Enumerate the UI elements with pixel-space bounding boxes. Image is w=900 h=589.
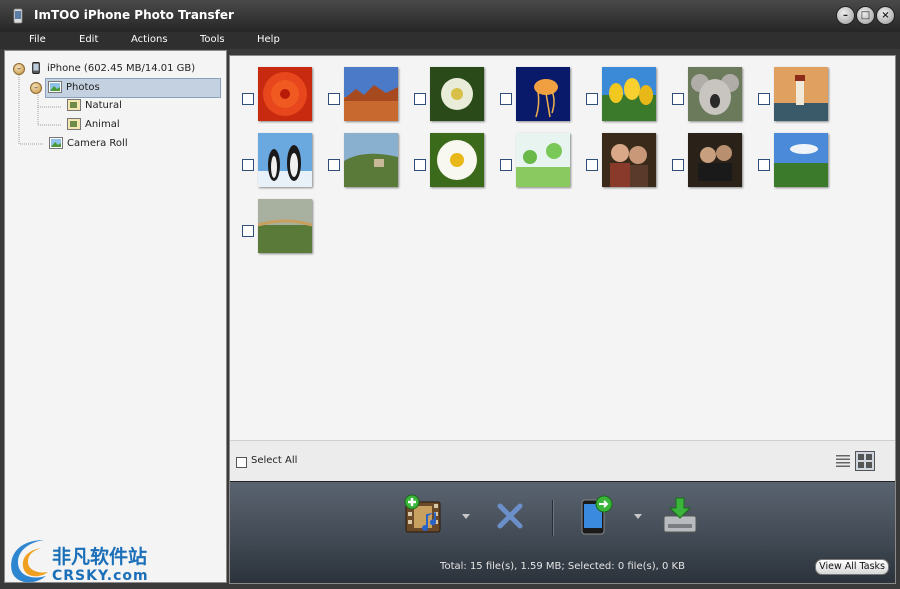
phone-transfer-icon[interactable] [574,494,618,538]
photo-item[interactable] [242,199,328,261]
couple-indoor-thumbnail[interactable] [688,133,742,187]
close-icon[interactable]: × [876,6,895,25]
photo-item[interactable] [672,133,758,195]
photo-item[interactable] [586,133,672,195]
white-flower-thumbnail[interactable] [430,67,484,121]
thumbnail-view-icon[interactable] [855,451,875,471]
blue-sky-field-thumbnail[interactable] [774,133,828,187]
photo-checkbox[interactable] [586,93,598,105]
koala-thumbnail[interactable] [688,67,742,121]
menu-tools[interactable]: Tools [200,34,225,45]
lighthouse-thumbnail[interactable] [774,67,828,121]
menu-file[interactable]: File [29,34,46,45]
photo-browser-panel: Select All Total: 15 file(s), 1.59 MB; S… [229,55,896,584]
view-all-tasks-button[interactable]: View All Tasks [815,559,889,575]
tree-item-camera-roll[interactable]: Camera Roll [47,135,187,153]
tree-label-natural: Natural [85,100,122,111]
photo-item[interactable] [672,67,758,129]
toolbar-separator [552,500,554,536]
photo-checkbox[interactable] [672,93,684,105]
photo-item[interactable] [758,67,844,129]
photo-checkbox[interactable] [586,159,598,171]
watermark: 非凡软件站 CRSKY.com [0,528,160,589]
album-icon [67,99,81,111]
menu-edit[interactable]: Edit [79,34,98,45]
desert-canyon-thumbnail[interactable] [344,67,398,121]
app-icon [13,8,23,24]
photo-item[interactable] [500,133,586,195]
red-flower-thumbnail[interactable] [258,67,312,121]
photo-checkbox[interactable] [500,93,512,105]
delete-icon[interactable] [488,494,532,538]
camera-roll-icon [49,137,63,149]
menu-help[interactable]: Help [257,34,280,45]
photo-item[interactable] [414,133,500,195]
tree-item-animal[interactable]: Animal [65,116,185,134]
green-meadow-thumbnail[interactable] [516,133,570,187]
action-toolbar [230,481,895,552]
tree-label-iphone: iPhone (602.45 MB/14.01 GB) [47,63,196,74]
watermark-logo [11,540,48,583]
device-tree-panel: – iPhone (602.45 MB/14.01 GB) – Photos N… [4,50,227,583]
iphone-icon [32,62,40,74]
photo-checkbox[interactable] [242,93,254,105]
photo-checkbox[interactable] [242,225,254,237]
photo-checkbox[interactable] [758,93,770,105]
photo-checkbox[interactable] [328,93,340,105]
status-bar: Total: 15 file(s), 1.59 MB; Selected: 0 … [230,551,895,583]
selection-bar: Select All [230,440,895,481]
photo-grid [230,56,895,440]
yellow-tulips-thumbnail[interactable] [602,67,656,121]
photo-item[interactable] [758,133,844,195]
menu-actions[interactable]: Actions [131,34,168,45]
album-icon [67,118,81,130]
add-dropdown-arrow[interactable] [462,514,470,519]
photo-item[interactable] [586,67,672,129]
status-text: Total: 15 file(s), 1.59 MB; Selected: 0 … [440,561,685,572]
collapse-icon[interactable]: – [30,82,42,94]
tree-label-animal: Animal [85,119,120,130]
photo-checkbox[interactable] [672,159,684,171]
photo-checkbox[interactable] [500,159,512,171]
select-all-checkbox[interactable] [236,457,247,468]
tree-label-photos: Photos [66,82,100,93]
title-bar[interactable]: ImTOO iPhone Photo Transfer – □ × [0,0,900,32]
daisy-thumbnail[interactable] [430,133,484,187]
photo-album-icon [48,81,62,93]
photo-checkbox[interactable] [414,159,426,171]
add-to-device-icon[interactable] [402,494,446,538]
penguins-thumbnail[interactable] [258,133,312,187]
hills-house-thumbnail[interactable] [344,133,398,187]
photo-item[interactable] [328,67,414,129]
tree-item-iphone[interactable]: – iPhone (602.45 MB/14.01 GB) [11,60,211,78]
photo-item[interactable] [242,67,328,129]
maximize-icon[interactable]: □ [856,6,875,25]
tree-item-photos[interactable]: – Photos [30,78,221,98]
photo-item[interactable] [328,133,414,195]
list-view-icon[interactable] [835,453,851,469]
select-all-label[interactable]: Select All [251,455,297,466]
photo-item[interactable] [414,67,500,129]
photo-checkbox[interactable] [758,159,770,171]
window-title: ImTOO iPhone Photo Transfer [34,8,234,22]
minimize-icon[interactable]: – [836,6,855,25]
field-sunset-thumbnail[interactable] [258,199,312,253]
transfer-dropdown-arrow[interactable] [634,514,642,519]
tree-item-natural[interactable]: Natural [65,97,185,115]
photo-checkbox[interactable] [328,159,340,171]
export-to-pc-icon[interactable] [658,494,702,538]
two-women-thumbnail[interactable] [602,133,656,187]
photo-item[interactable] [242,133,328,195]
photo-item[interactable] [500,67,586,129]
tree-label-camera-roll: Camera Roll [67,138,128,149]
jellyfish-thumbnail[interactable] [516,67,570,121]
menu-bar: File Edit Actions Tools Help [0,32,900,49]
watermark-en: CRSKY.com [52,568,149,584]
collapse-icon[interactable]: – [13,63,25,75]
photo-checkbox[interactable] [414,93,426,105]
app-window: ImTOO iPhone Photo Transfer – □ × File E… [0,0,900,589]
photo-checkbox[interactable] [242,159,254,171]
watermark-cn: 非凡软件站 [52,546,148,568]
